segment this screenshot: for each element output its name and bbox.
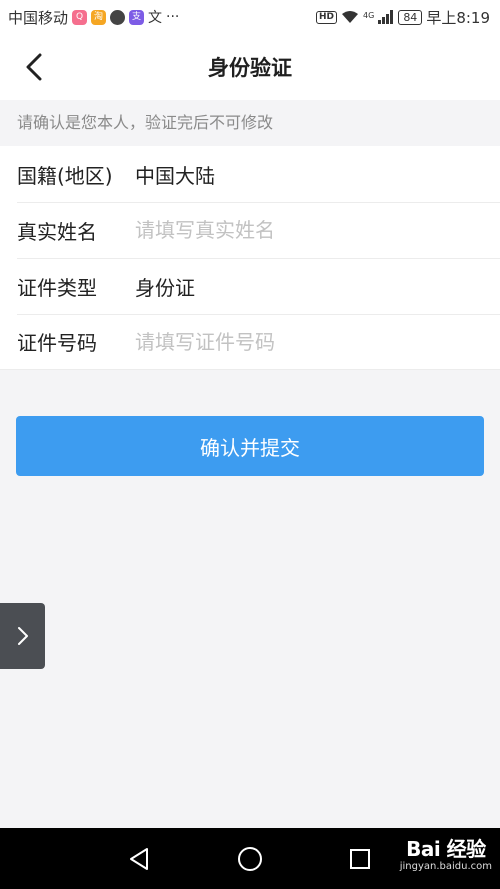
system-nav-bar: Bai 经验 jingyan.baidu.com	[0, 828, 500, 889]
header: 身份验证	[0, 34, 500, 100]
square-recents-icon	[350, 849, 370, 869]
qq-icon: Q	[72, 9, 88, 25]
carrier-label: 中国移动	[8, 8, 69, 27]
baidu-jingyan-watermark: Bai 经验 jingyan.baidu.com	[400, 838, 492, 874]
status-bar-left: 中国移动 Q 淘 支 文 ···	[8, 7, 179, 28]
triangle-back-icon	[130, 848, 148, 870]
id-number-input[interactable]	[135, 329, 465, 354]
side-expand-tab[interactable]	[0, 603, 45, 669]
wifi-icon	[342, 11, 359, 23]
real-name-row: 真实姓名	[0, 202, 500, 258]
nationality-value[interactable]: 中国大陆	[135, 160, 215, 189]
circle-home-icon	[238, 847, 262, 871]
status-bar-right: HD 4G 84 早上8:19	[316, 7, 490, 28]
confirm-submit-button[interactable]: 确认并提交	[16, 416, 484, 476]
text-icon: 文	[148, 10, 163, 26]
battery-indicator: 84	[398, 9, 423, 25]
chevron-right-icon	[17, 627, 28, 645]
id-type-label: 证件类型	[17, 275, 97, 300]
watermark-brand: Bai 经验	[406, 837, 486, 861]
hd-badge: HD	[316, 10, 338, 24]
verification-notice: 请确认是您本人，验证完后不可修改	[0, 100, 500, 146]
alipay-icon: 支	[129, 9, 145, 25]
nationality-row[interactable]: 国籍(地区) 中国大陆	[0, 146, 500, 202]
status-bar: 中国移动 Q 淘 支 文 ··· HD 4G 84 早上8:19	[0, 0, 500, 34]
taobao-icon: 淘	[91, 9, 107, 25]
real-name-label: 真实姓名	[17, 219, 97, 244]
id-number-label: 证件号码	[17, 331, 97, 355]
network-type-label: 4G	[363, 10, 375, 20]
nationality-label: 国籍(地区)	[17, 163, 113, 188]
overflow-dots: ···	[166, 9, 180, 25]
clock: 早上8:19	[426, 8, 490, 27]
nav-back-button[interactable]	[122, 842, 156, 876]
id-number-row: 证件号码	[0, 314, 500, 370]
watermark-url: jingyan.baidu.com	[399, 861, 492, 872]
nav-home-button[interactable]	[233, 842, 267, 876]
id-type-row[interactable]: 证件类型 身份证	[0, 258, 500, 314]
nav-recents-button[interactable]	[343, 842, 377, 876]
wechat-icon	[110, 9, 126, 25]
identity-form: 国籍(地区) 中国大陆 真实姓名 证件类型 身份证 证件号码	[0, 146, 500, 370]
signal-icon	[378, 10, 394, 24]
page-title: 身份验证	[208, 56, 292, 80]
id-type-value[interactable]: 身份证	[135, 272, 195, 301]
real-name-input[interactable]	[135, 218, 465, 242]
